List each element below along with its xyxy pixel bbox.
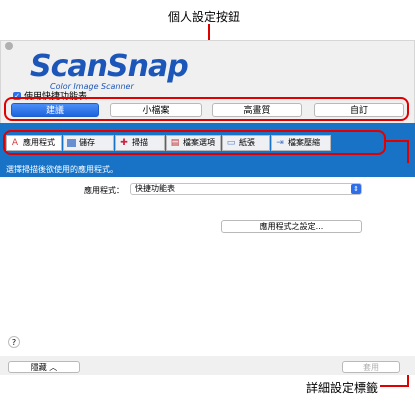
- tab-label: 紙張: [239, 138, 255, 147]
- tab-scan[interactable]: ✚ 掃描: [115, 135, 165, 151]
- app-icon: A: [11, 138, 19, 148]
- hide-button-label: 隱藏: [30, 363, 47, 372]
- tab-file-option[interactable]: ▤ 檔案選項: [166, 135, 221, 151]
- tab-save[interactable]: 儲存: [63, 135, 114, 151]
- close-icon[interactable]: [5, 42, 13, 50]
- help-button[interactable]: ?: [8, 336, 20, 348]
- chevron-updown-icon: ⇕: [351, 184, 361, 194]
- application-label: 應用程式：: [84, 186, 124, 195]
- settings-panel: [0, 175, 415, 359]
- logo-main: ScanSnap: [30, 49, 189, 84]
- chevron-up-icon: ︿: [49, 363, 58, 372]
- compression-icon: ⇥: [276, 138, 284, 148]
- tab-label: 掃描: [132, 138, 148, 147]
- panel-heading: 選擇掃描後欲使用的應用程式。: [0, 163, 415, 177]
- tab-compression[interactable]: ⇥ 檔案壓縮: [271, 135, 331, 151]
- scan-icon: ✚: [120, 138, 128, 148]
- application-select[interactable]: 快捷功能表 ⇕: [130, 183, 362, 195]
- callout-line-bottom-horizontal: [380, 385, 409, 387]
- profile-button-recommended[interactable]: 建議: [11, 103, 99, 117]
- paper-icon: ▭: [226, 138, 236, 148]
- tab-application[interactable]: A 應用程式: [6, 135, 62, 151]
- tab-paper[interactable]: ▭ 紙張: [222, 135, 270, 151]
- application-select-value: 快捷功能表: [135, 184, 175, 193]
- save-icon: [67, 139, 76, 147]
- hide-button[interactable]: 隱藏 ︿: [8, 361, 80, 373]
- profile-button-small-file[interactable]: 小檔案: [110, 103, 202, 117]
- tab-label: 檔案壓縮: [288, 138, 320, 147]
- callout-profile-buttons: 個人設定按鈕: [168, 10, 241, 24]
- tab-label: 儲存: [79, 138, 95, 147]
- tab-label: 檔案選項: [183, 138, 215, 147]
- application-settings-button[interactable]: 應用程式之設定...: [221, 220, 362, 233]
- callout-line-right-horizontal: [386, 140, 409, 142]
- profile-button-custom[interactable]: 自訂: [314, 103, 404, 117]
- scansnap-logo: ScanSnap Color Image Scanner: [30, 49, 200, 92]
- apply-button[interactable]: 套用: [342, 361, 400, 373]
- tab-label: 應用程式: [23, 138, 55, 147]
- profile-button-best-quality[interactable]: 高畫質: [212, 103, 302, 117]
- file-option-icon: ▤: [170, 138, 180, 148]
- callout-detail-tabs: 詳細設定標籤: [306, 381, 379, 395]
